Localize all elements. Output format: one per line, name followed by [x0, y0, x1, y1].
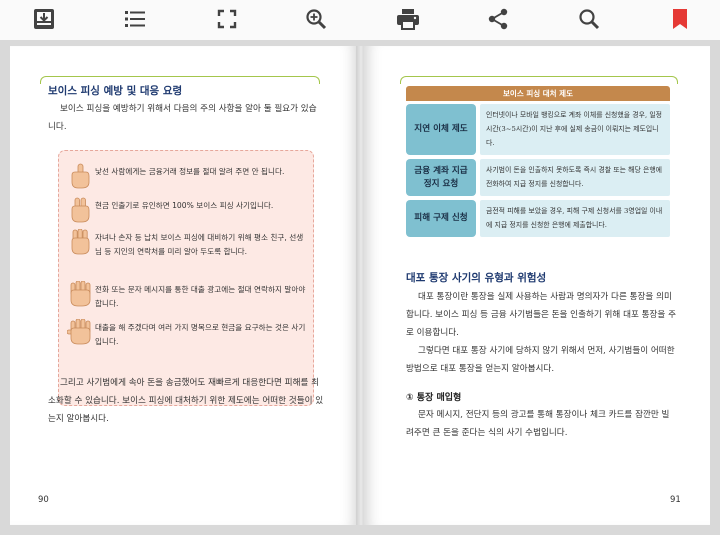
tip-item: 현금 인출기로 유인하면 100% 보이스 피싱 사기입니다. — [67, 197, 307, 223]
hand-four-icon — [70, 281, 91, 307]
hand-three-icon — [71, 229, 90, 255]
table-row: 피해 구제 신청 금전적 피해를 보았을 경우, 피해 구제 신청서를 3영업일… — [406, 200, 670, 237]
tip-item: 전화 또는 문자 메시지를 통한 대출 광고에는 절대 연락하지 말아야 합니다… — [67, 281, 307, 311]
list-icon — [125, 11, 145, 27]
tip-item: 자녀나 손자 등 납치 보이스 피싱에 대비하기 위해 평소 친구, 선생님 등… — [67, 229, 307, 259]
table-title: 보이스 피싱 대처 제도 — [406, 86, 670, 101]
download-button[interactable] — [28, 4, 60, 34]
share-button[interactable] — [482, 4, 514, 34]
print-button[interactable] — [392, 4, 424, 34]
tip-text: 자녀나 손자 등 납치 보이스 피싱에 대비하기 위해 평소 친구, 선생님 등… — [95, 233, 304, 256]
download-icon — [34, 9, 54, 29]
print-icon — [397, 9, 419, 30]
left-page: 보이스 피싱 예방 및 대응 요령 보이스 피싱을 예방하기 위해서 다음의 주… — [10, 46, 358, 525]
zoom-in-icon — [306, 9, 327, 30]
section-title: 대포 통장 사기의 유형과 위험성 — [406, 272, 547, 284]
section-title: 보이스 피싱 예방 및 대응 요령 — [48, 85, 183, 97]
row-label: 피해 구제 신청 — [406, 200, 476, 237]
row-label: 지연 이체 제도 — [406, 104, 476, 155]
fullscreen-button[interactable] — [211, 4, 243, 34]
hand-one-icon — [71, 163, 90, 189]
row-description: 금전적 피해를 보았을 경우, 피해 구제 신청서를 3영업일 이내에 지급 정… — [480, 200, 670, 237]
table-row: 금융 계좌 지급 정지 요청 사기범이 돈을 인출하지 못하도록 즉시 경찰 또… — [406, 159, 670, 196]
subsection-title: ① 통장 매입형 — [406, 393, 462, 403]
closing-paragraph: 그리고 사기범에게 속아 돈을 송금했어도 재빠르게 대응한다면 피해를 최소화… — [48, 378, 324, 424]
search-button[interactable] — [573, 4, 605, 34]
row-description: 사기범이 돈을 인출하지 못하도록 즉시 경찰 또는 해당 은행에 전화하여 지… — [480, 159, 670, 196]
bookmark-button[interactable] — [664, 4, 696, 34]
paragraph: 문자 메시지, 전단지 등의 광고를 통해 통장이나 체크 카드를 잠깐만 빌려… — [406, 410, 670, 438]
table-row: 지연 이체 제도 인터넷이나 모바일 뱅킹으로 계좌 이체를 신청했을 경우, … — [406, 104, 670, 155]
intro-paragraph: 보이스 피싱을 예방하기 위해서 다음의 주의 사항을 알아 둘 필요가 있습니… — [48, 104, 317, 132]
page-number-right: 91 — [670, 495, 681, 505]
table-header-line — [400, 76, 678, 84]
tip-text: 낯선 사람에게는 금융거래 정보를 절대 알려 주면 안 됩니다. — [95, 167, 285, 176]
paragraph: 대포 통장이란 통장을 실제 사용하는 사람과 명의자가 다른 통장을 의미합니… — [406, 292, 676, 338]
paragraph: 그렇다면 대포 통장 사기에 당하지 않기 위해서 먼저, 사기범들이 어떠한 … — [406, 346, 675, 374]
tip-text: 전화 또는 문자 메시지를 통한 대출 광고에는 절대 연락하지 말아야 합니다… — [95, 285, 306, 308]
bookmark-icon — [673, 9, 687, 29]
tip-item: 낯선 사람에게는 금융거래 정보를 절대 알려 주면 안 됩니다. — [67, 163, 307, 189]
tip-text: 현금 인출기로 유인하면 100% 보이스 피싱 사기입니다. — [95, 201, 274, 210]
zoom-in-button[interactable] — [300, 4, 332, 34]
tip-item: 대출을 해 주겠다며 여러 가지 명목으로 현금을 요구하는 것은 사기입니다. — [67, 319, 307, 349]
tips-box: 낯선 사람에게는 금융거래 정보를 절대 알려 주면 안 됩니다. 현금 인출기… — [58, 150, 314, 406]
search-icon — [579, 9, 600, 30]
fullscreen-icon — [217, 9, 237, 29]
page-number-left: 90 — [38, 495, 49, 505]
right-page: 보이스 피싱 대처 제도 지연 이체 제도 인터넷이나 모바일 뱅킹으로 계좌 … — [364, 46, 710, 525]
row-description: 인터넷이나 모바일 뱅킹으로 계좌 이체를 신청했을 경우, 일정 시간(3~5… — [480, 104, 670, 155]
share-icon — [488, 8, 508, 30]
tip-text: 대출을 해 주겠다며 여러 가지 명목으로 현금을 요구하는 것은 사기입니다. — [95, 323, 306, 346]
hand-two-icon — [71, 197, 90, 223]
row-label: 금융 계좌 지급 정지 요청 — [406, 159, 476, 196]
toc-button[interactable] — [119, 4, 151, 34]
hand-five-icon — [67, 319, 91, 345]
reader-toolbar — [0, 0, 720, 40]
